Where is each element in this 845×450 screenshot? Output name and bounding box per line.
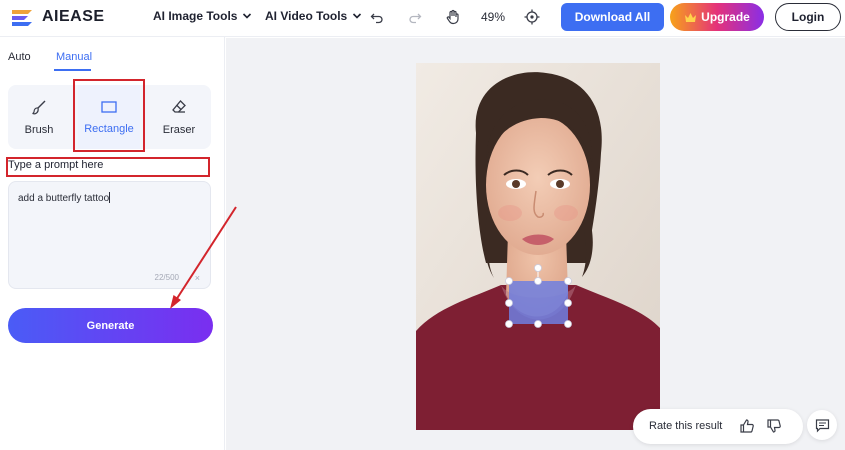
feedback-chat-button[interactable] — [807, 410, 837, 440]
nav-ai-image-tools-label: AI Image Tools — [153, 9, 238, 23]
text-caret — [109, 192, 111, 203]
nav-ai-video-tools-label: AI Video Tools — [265, 9, 348, 23]
redo-icon[interactable] — [406, 8, 424, 26]
top-bar: AIEASE AI Image Tools AI Video Tools 49%… — [0, 0, 845, 37]
rectangle-icon — [101, 100, 117, 113]
mode-eraser[interactable]: Eraser — [148, 85, 210, 149]
prompt-text: add a butterfly tattoo — [18, 192, 111, 204]
hand-pan-icon[interactable] — [444, 8, 462, 26]
tab-manual[interactable]: Manual — [56, 51, 92, 63]
mode-rectangle[interactable]: Rectangle — [78, 85, 140, 149]
rate-label: Rate this result — [649, 420, 723, 432]
portrait-photo[interactable] — [416, 63, 660, 430]
prompt-value: add a butterfly tattoo — [18, 193, 110, 204]
sidebar: Auto Manual Brush Rectangle Eraser Type … — [0, 37, 225, 450]
prompt-textarea[interactable]: add a butterfly tattoo 22/500 × — [8, 181, 211, 289]
mode-brush-label: Brush — [24, 123, 54, 136]
crown-icon — [685, 12, 697, 22]
thumbs-down-icon[interactable] — [766, 418, 782, 434]
undo-icon[interactable] — [368, 8, 386, 26]
logo-text: AIEASE — [42, 8, 105, 25]
nav-ai-image-tools[interactable]: AI Image Tools — [153, 9, 252, 23]
mode-brush[interactable]: Brush — [8, 85, 70, 149]
chevron-down-icon — [353, 13, 362, 19]
mode-selector: Brush Rectangle Eraser — [8, 85, 211, 149]
zoom-level: 49% — [481, 10, 506, 24]
eraser-icon — [172, 99, 186, 113]
login-button[interactable]: Login — [775, 3, 841, 31]
active-tab-indicator — [54, 69, 91, 71]
clear-text-icon[interactable]: × — [195, 273, 200, 283]
logo[interactable]: AIEASE — [10, 6, 105, 28]
aiease-logo-icon — [12, 10, 32, 26]
nav-ai-video-tools[interactable]: AI Video Tools — [265, 9, 362, 23]
fit-target-icon[interactable] — [523, 8, 541, 26]
chevron-down-icon — [243, 13, 252, 19]
download-all-button[interactable]: Download All — [561, 3, 664, 31]
thumbs-up-icon[interactable] — [739, 418, 755, 434]
char-counter: 22/500 — [154, 273, 179, 282]
tab-auto[interactable]: Auto — [8, 51, 31, 63]
generate-button[interactable]: Generate — [8, 308, 213, 343]
upgrade-button[interactable]: Upgrade — [670, 3, 764, 31]
mode-eraser-label: Eraser — [162, 123, 196, 136]
image-canvas — [226, 38, 845, 450]
upgrade-label: Upgrade — [701, 10, 750, 24]
chat-bubble-icon — [815, 418, 829, 432]
portrait-illustration — [416, 63, 660, 430]
brush-icon — [32, 100, 46, 114]
prompt-label: Type a prompt here — [8, 159, 104, 171]
mode-rectangle-label: Rectangle — [84, 122, 134, 135]
rate-result-bar: Rate this result — [633, 409, 803, 444]
